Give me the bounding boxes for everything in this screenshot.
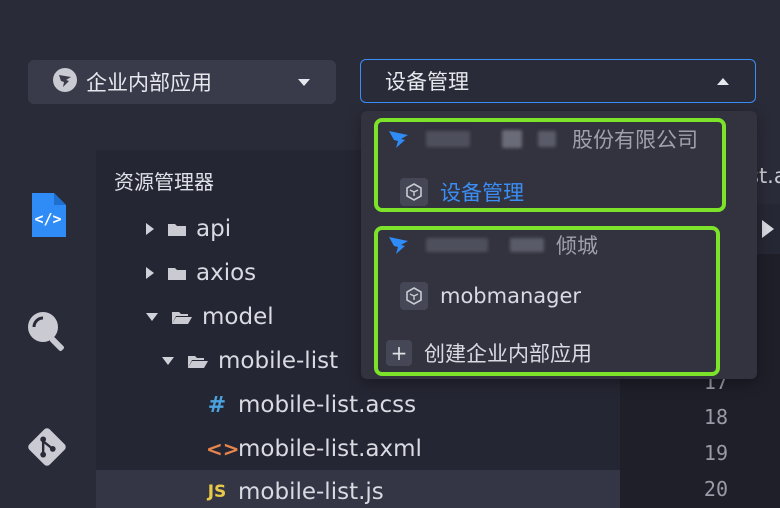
chevron-down-icon (146, 313, 158, 321)
line-number: 19 (703, 441, 728, 465)
explorer-icon[interactable]: </> (24, 192, 70, 238)
tree-item-label: api (196, 216, 232, 242)
tree-file-js[interactable]: JS mobile-list.js (96, 470, 620, 508)
chevron-right-icon (146, 267, 154, 279)
chevron-down-icon (298, 79, 310, 86)
line-number: 20 (703, 477, 728, 501)
app-type-select[interactable]: 企业内部应用 (28, 60, 336, 104)
tree-item-label: mobile-list.js (238, 479, 384, 505)
tree-item-label: mobile-list (218, 348, 339, 374)
tree-file-axml[interactable]: <> mobile-list.axml (96, 427, 620, 471)
tree-file-acss[interactable]: # mobile-list.acss (96, 383, 620, 427)
chevron-right-icon (146, 223, 154, 235)
folder-icon (168, 268, 186, 280)
folder-icon (168, 224, 186, 236)
chevron-up-icon (717, 78, 729, 85)
line-number: 18 (703, 405, 728, 429)
explorer-title: 资源管理器 (114, 170, 214, 194)
highlight-box (374, 118, 726, 212)
search-icon[interactable] (24, 308, 70, 354)
tree-item-label: mobile-list.acss (238, 392, 417, 418)
folder-open-icon (172, 312, 192, 324)
highlight-box (374, 226, 720, 376)
chevron-down-icon (162, 357, 174, 365)
app-type-label: 企业内部应用 (86, 71, 212, 95)
svg-text:</>: </> (34, 210, 61, 228)
app-name-label: 设备管理 (385, 70, 469, 94)
markup-file-icon: <> (206, 437, 240, 461)
app-name-select[interactable]: 设备管理 (360, 59, 756, 103)
ding-logo-icon (52, 67, 78, 97)
js-file-icon: JS (207, 482, 227, 502)
folder-open-icon (188, 356, 208, 368)
git-icon[interactable] (24, 424, 70, 470)
tree-item-label: axios (196, 260, 257, 286)
css-file-icon: # (207, 392, 227, 418)
play-icon[interactable] (762, 220, 774, 238)
tree-item-label: model (202, 304, 274, 330)
tree-item-label: mobile-list.axml (238, 436, 422, 462)
